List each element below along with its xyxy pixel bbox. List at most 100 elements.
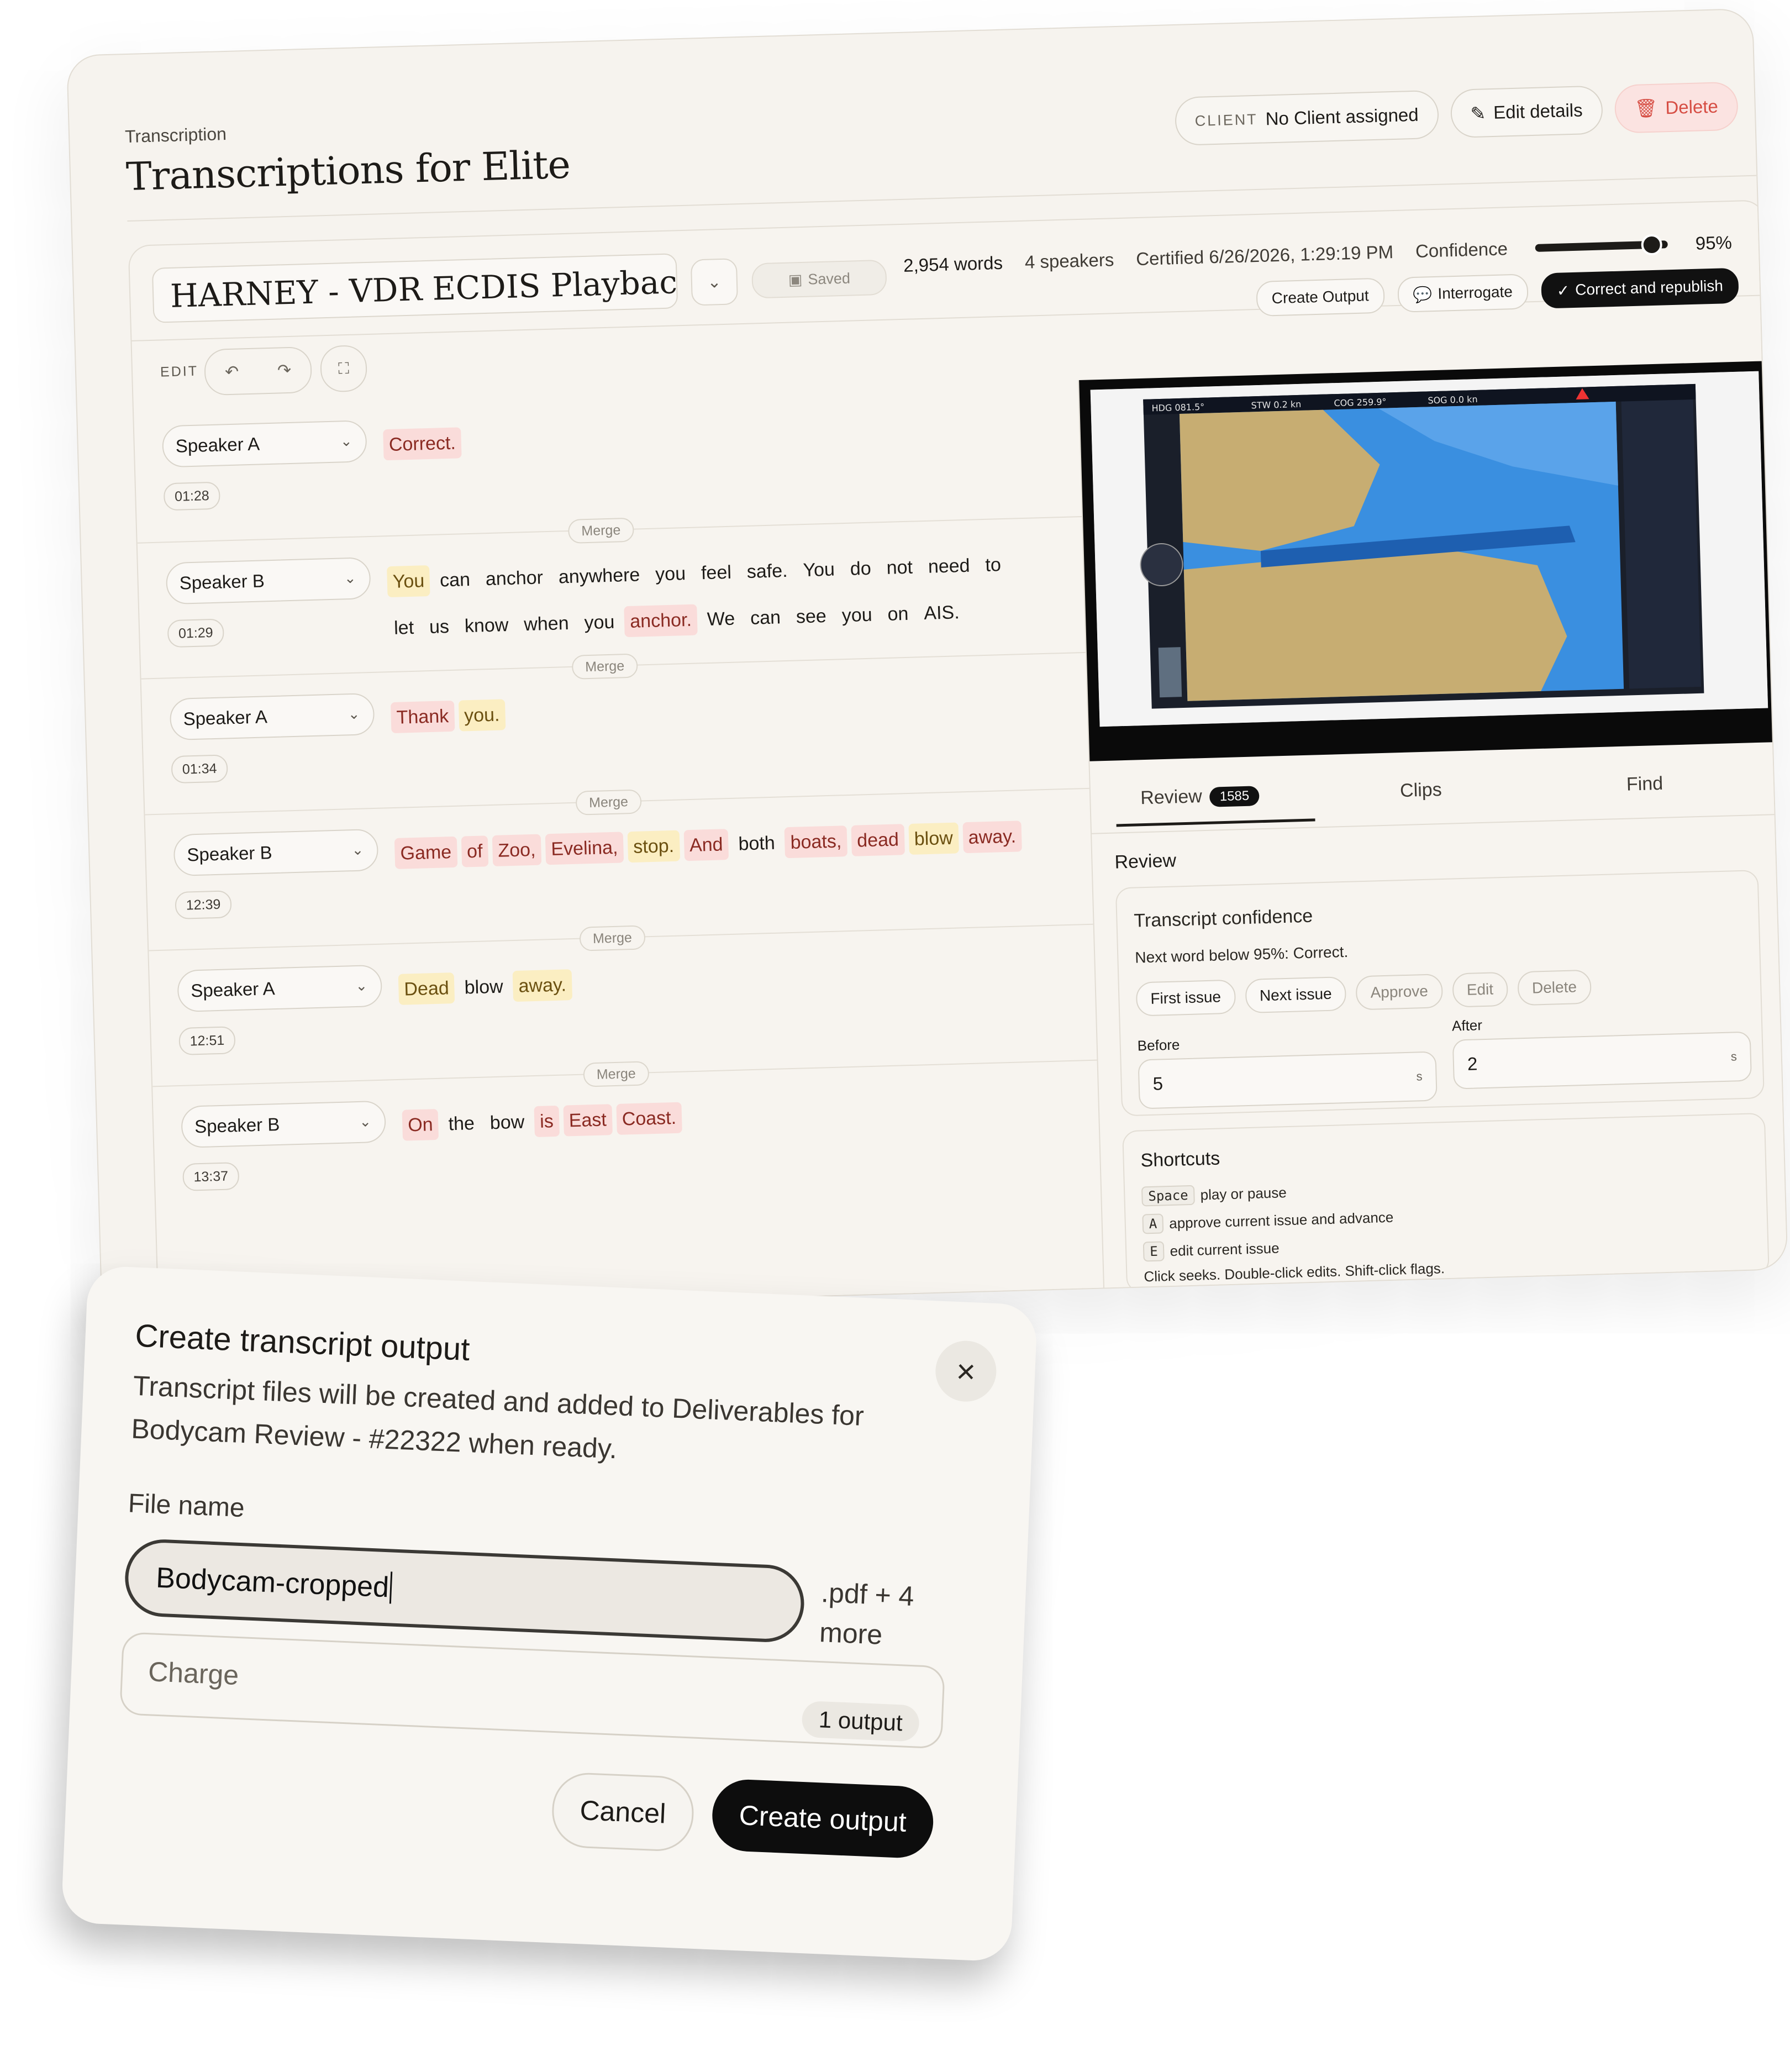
before-seconds-input[interactable]: 5 s	[1138, 1051, 1438, 1109]
transcript-word[interactable]: the	[443, 1108, 481, 1140]
transcript-word[interactable]: when	[518, 608, 575, 640]
transcript-word[interactable]: Coast.	[615, 1102, 682, 1135]
speaker-select[interactable]: Speaker A ⌄	[177, 964, 383, 1013]
transcript-word[interactable]: is	[534, 1105, 560, 1138]
merge-button[interactable]: Merge	[579, 925, 646, 951]
transcript-word[interactable]: safe.	[741, 555, 793, 588]
transcript-word[interactable]: dead	[851, 824, 905, 856]
transcript-word[interactable]: anchor	[480, 562, 549, 595]
confidence-slider-knob[interactable]	[1641, 234, 1663, 256]
cancel-button[interactable]: Cancel	[550, 1771, 696, 1853]
create-output-button[interactable]: Create Output	[1255, 277, 1385, 317]
transcript-word[interactable]: Zoo,	[492, 834, 542, 867]
transcript-word[interactable]: bow	[484, 1106, 530, 1138]
transcript-word[interactable]: you.	[458, 699, 506, 732]
file-name-field[interactable]: HARNEY - VDR ECDIS Playback [as	[151, 253, 678, 323]
transcript-word[interactable]: Game	[394, 836, 457, 869]
edit-button[interactable]: Edit	[1451, 971, 1508, 1008]
merge-button[interactable]: Merge	[567, 517, 634, 544]
breadcrumb[interactable]: Transcription	[125, 124, 227, 147]
transcript-word[interactable]: You	[387, 565, 430, 598]
transcript-word[interactable]: anywhere	[552, 559, 646, 593]
speaker-select[interactable]: Speaker B ⌄	[165, 557, 371, 605]
shortcut-key: Space	[1141, 1185, 1196, 1207]
merge-button[interactable]: Merge	[571, 653, 638, 680]
transcript-word[interactable]: And	[683, 829, 729, 861]
close-dialog-button[interactable]: ×	[934, 1339, 998, 1403]
video-player[interactable]: HDG 081.5° STW 0.2 kn COG 259.9° SOG 0.0…	[1079, 361, 1780, 761]
create-output-confirm-button[interactable]: Create output	[710, 1778, 935, 1859]
approve-button[interactable]: Approve	[1355, 974, 1443, 1011]
client-selector[interactable]: CLIENT No Client assigned	[1174, 90, 1439, 146]
undo-icon[interactable]: ↶	[225, 362, 239, 382]
confidence-slider[interactable]	[1535, 234, 1668, 256]
transcript-word[interactable]: blow	[459, 971, 509, 1003]
transcript-word[interactable]: you	[836, 599, 878, 631]
transcript-word[interactable]: of	[461, 835, 489, 867]
interrogate-button[interactable]: 💬 Interrogate	[1397, 274, 1529, 313]
speaker-select[interactable]: Speaker A ⌄	[169, 692, 375, 741]
transcript-word[interactable]: can	[434, 564, 476, 596]
speaker-select[interactable]: Speaker B ⌄	[181, 1100, 387, 1148]
speaker-select[interactable]: Speaker A ⌄	[161, 420, 367, 468]
correct-republish-button[interactable]: ✓ Correct and republish	[1540, 267, 1739, 309]
tab-review[interactable]: Review 1585	[1140, 784, 1260, 809]
tab-find[interactable]: Find	[1626, 773, 1663, 796]
shortcuts-card: Shortcuts Space play or pause A approve …	[1122, 1112, 1770, 1293]
transcript-word[interactable]: Correct.	[383, 427, 462, 461]
segment-timestamp[interactable]: 01:34	[171, 754, 228, 784]
segment-timestamp[interactable]: 01:28	[163, 481, 221, 511]
transcript-word[interactable]: can	[744, 602, 786, 634]
transcript-word[interactable]: We	[701, 603, 741, 635]
transcript-word[interactable]: Dead	[398, 972, 455, 1005]
tab-clips[interactable]: Clips	[1400, 779, 1442, 802]
segment-timestamp[interactable]: 12:51	[178, 1026, 236, 1055]
transcript-word[interactable]: know	[459, 609, 514, 642]
transcript-word[interactable]: you	[578, 606, 620, 638]
transcript-word[interactable]: see	[790, 601, 832, 633]
transcript-word[interactable]: need	[922, 550, 976, 582]
transcript-word[interactable]: to	[980, 549, 1007, 581]
transcript-word[interactable]: Thank	[390, 700, 455, 734]
transcript-word[interactable]: stop.	[627, 830, 680, 863]
transcript-word[interactable]: on	[882, 598, 914, 630]
first-issue-button[interactable]: First issue	[1135, 979, 1236, 1017]
speaker-select[interactable]: Speaker B ⌄	[173, 828, 379, 877]
transcript-word[interactable]: not	[881, 551, 919, 583]
delete-issue-button[interactable]: Delete	[1517, 969, 1592, 1006]
chevron-down-icon: ⌄	[344, 569, 357, 587]
transcript-word[interactable]: do	[844, 553, 877, 585]
file-dropdown-button[interactable]: ⌄	[690, 258, 739, 306]
after-seconds-input[interactable]: 2 s	[1452, 1031, 1752, 1090]
transcript-word[interactable]: let	[388, 612, 419, 644]
check-circle-icon: ✓	[1556, 281, 1570, 299]
merge-button[interactable]: Merge	[583, 1061, 650, 1087]
transcript-word[interactable]: anchor.	[624, 604, 698, 638]
transcript-word[interactable]: feel	[695, 556, 737, 588]
delete-button[interactable]: 🗑 Delete	[1614, 81, 1739, 134]
transcript-word[interactable]: boats,	[784, 825, 848, 859]
expand-button[interactable]: ⛶	[319, 345, 368, 393]
correct-republish-label: Correct and republish	[1575, 277, 1724, 298]
transcript-word[interactable]: away.	[962, 821, 1022, 854]
segment-timestamp[interactable]: 01:29	[167, 618, 224, 648]
next-issue-button[interactable]: Next issue	[1245, 976, 1347, 1014]
merge-button[interactable]: Merge	[575, 789, 642, 816]
redo-icon[interactable]: ↷	[277, 360, 292, 380]
transcript-word[interactable]: both	[733, 827, 781, 859]
transcript-word[interactable]: away.	[512, 969, 572, 1002]
edit-details-button[interactable]: ✎ Edit details	[1450, 85, 1603, 139]
transcript-word[interactable]: you	[649, 558, 691, 590]
output-file-name-input[interactable]: Bodycam-cropped	[123, 1538, 806, 1644]
chevron-down-icon: ⌄	[359, 1113, 372, 1130]
transcript-word[interactable]: On	[402, 1108, 439, 1141]
segment-timestamp[interactable]: 12:39	[175, 890, 232, 920]
segment-timestamp[interactable]: 13:37	[182, 1162, 240, 1191]
transcript-word[interactable]: Evelina,	[545, 832, 624, 865]
segment-words: Dead blow away.	[398, 948, 1056, 1013]
transcript-word[interactable]: us	[423, 611, 455, 643]
transcript-word[interactable]: East	[562, 1104, 613, 1137]
transcript-word[interactable]: You	[797, 554, 841, 586]
transcript-word[interactable]: AIS.	[918, 597, 966, 629]
transcript-word[interactable]: blow	[908, 822, 959, 855]
